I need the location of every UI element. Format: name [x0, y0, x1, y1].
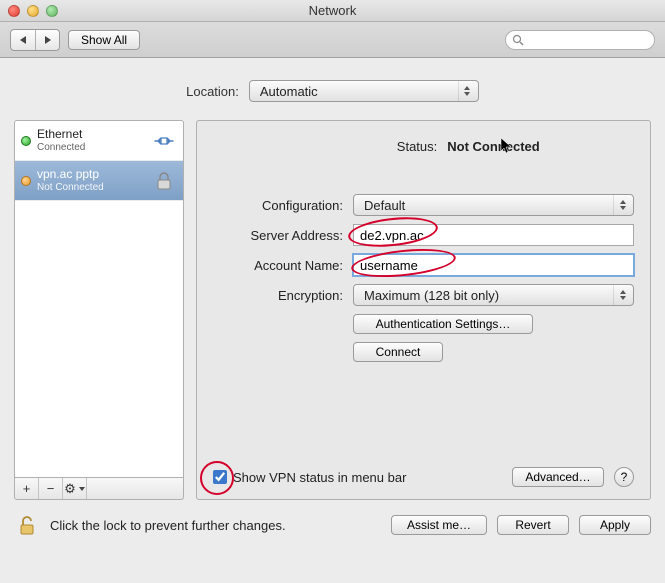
connect-row: Connect	[213, 342, 634, 362]
service-name: vpn.ac pptp	[37, 168, 145, 182]
add-service-button[interactable]: +	[15, 478, 39, 499]
close-window-button[interactable]	[8, 5, 20, 17]
minimize-window-button[interactable]	[27, 5, 39, 17]
main-panel: Status: Not Connected Configuration: Def…	[196, 120, 651, 500]
server-address-label: Server Address:	[213, 228, 343, 243]
chevron-left-icon	[20, 36, 26, 44]
search-input[interactable]	[528, 33, 665, 47]
service-status: Not Connected	[37, 182, 145, 194]
connect-button[interactable]: Connect	[353, 342, 443, 362]
zoom-window-button[interactable]	[46, 5, 58, 17]
account-name-input[interactable]	[353, 254, 634, 276]
status-value: Not Connected	[447, 139, 539, 154]
window-title: Network	[0, 3, 665, 18]
service-item-vpn[interactable]: vpn.ac pptp Not Connected	[15, 161, 183, 201]
footer: Click the lock to prevent further change…	[0, 500, 665, 550]
chevron-right-icon	[45, 36, 51, 44]
service-item-ethernet[interactable]: Ethernet Connected	[15, 121, 183, 161]
show-vpn-status-label: Show VPN status in menu bar	[233, 470, 406, 485]
configuration-label: Configuration:	[213, 198, 343, 213]
auth-settings-row: Authentication Settings…	[213, 314, 634, 334]
configuration-value: Default	[364, 198, 405, 213]
footer-buttons: Assist me… Revert Apply	[391, 515, 651, 535]
service-actions-button[interactable]: ⚙	[63, 478, 87, 499]
lock-icon	[151, 168, 177, 194]
account-name-row: Account Name:	[213, 254, 634, 276]
advanced-button[interactable]: Advanced…	[512, 467, 604, 487]
location-row: Location: Automatic	[14, 80, 651, 102]
encryption-row: Encryption: Maximum (128 bit only)	[213, 284, 634, 306]
select-arrows-icon	[613, 195, 627, 215]
location-label: Location:	[186, 84, 239, 99]
service-name: Ethernet	[37, 128, 145, 142]
help-button[interactable]: ?	[614, 467, 634, 487]
nav-forward-button[interactable]	[35, 30, 59, 50]
nav-segment	[10, 29, 60, 51]
lock-text: Click the lock to prevent further change…	[50, 518, 286, 533]
encryption-label: Encryption:	[213, 288, 343, 303]
search-field[interactable]	[505, 30, 655, 50]
nav-back-button[interactable]	[11, 30, 35, 50]
service-list-buttons: + − ⚙	[14, 478, 184, 500]
search-icon	[512, 34, 524, 46]
server-address-input[interactable]	[353, 224, 634, 246]
select-arrows-icon	[613, 285, 627, 305]
cursor-icon	[500, 137, 514, 158]
encryption-select[interactable]: Maximum (128 bit only)	[353, 284, 634, 306]
status-row: Status: Not Connected	[213, 139, 634, 154]
remove-service-button[interactable]: −	[39, 478, 63, 499]
configuration-select[interactable]: Default	[353, 194, 634, 216]
panel-bottom-row: Show VPN status in menu bar Advanced… ?	[213, 467, 634, 487]
window-controls	[8, 5, 58, 17]
status-label: Status:	[307, 139, 437, 154]
ethernet-icon	[151, 128, 177, 154]
show-all-button[interactable]: Show All	[68, 30, 140, 50]
status-dot-orange	[21, 176, 31, 186]
toolbar: Show All	[0, 22, 665, 58]
apply-button[interactable]: Apply	[579, 515, 651, 535]
unlocked-lock-icon	[14, 512, 40, 538]
authentication-settings-button[interactable]: Authentication Settings…	[353, 314, 533, 334]
service-list: Ethernet Connected vpn.ac pptp Not Conne…	[14, 120, 184, 478]
select-arrows-icon	[458, 81, 472, 101]
titlebar: Network	[0, 0, 665, 22]
account-name-label: Account Name:	[213, 258, 343, 273]
assist-me-button[interactable]: Assist me…	[391, 515, 487, 535]
encryption-value: Maximum (128 bit only)	[364, 288, 499, 303]
configuration-row: Configuration: Default	[213, 194, 634, 216]
status-dot-green	[21, 136, 31, 146]
lock-area[interactable]: Click the lock to prevent further change…	[14, 512, 286, 538]
service-status: Connected	[37, 142, 145, 154]
server-address-row: Server Address:	[213, 224, 634, 246]
show-vpn-status-checkbox[interactable]	[213, 470, 227, 484]
gear-icon: ⚙	[64, 481, 76, 497]
location-select[interactable]: Automatic	[249, 80, 479, 102]
revert-button[interactable]: Revert	[497, 515, 569, 535]
service-sidebar: Ethernet Connected vpn.ac pptp Not Conne…	[14, 120, 184, 500]
location-value: Automatic	[260, 84, 318, 99]
